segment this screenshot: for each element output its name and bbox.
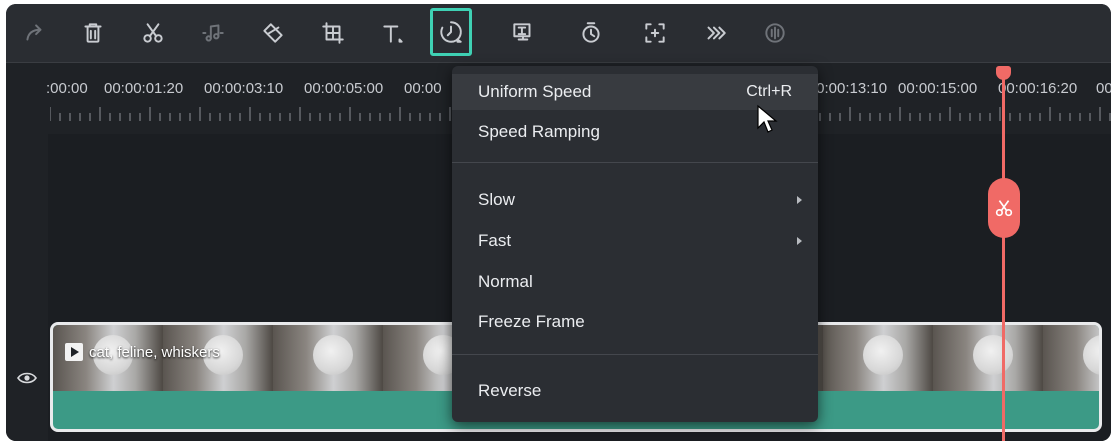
speed-icon[interactable] <box>430 8 472 56</box>
thumbnail <box>933 325 1043 391</box>
clip-name: cat, feline, whiskers <box>89 343 220 361</box>
video-clip-icon <box>65 343 83 361</box>
menu-item-label: Normal <box>478 272 533 291</box>
ai-portrait-icon[interactable] <box>504 14 542 52</box>
menu-item-label: Uniform Speed <box>478 82 592 101</box>
menu-divider <box>452 354 818 355</box>
playhead[interactable] <box>1002 70 1005 441</box>
redo-icon[interactable] <box>16 14 54 52</box>
thumbnail <box>273 325 383 391</box>
toolbar <box>6 4 1111 63</box>
timecode: 00:00:01:20 <box>104 80 184 97</box>
menu-item-slow[interactable]: Slow <box>452 182 818 218</box>
audio-icon[interactable] <box>194 14 232 52</box>
eye-icon[interactable] <box>16 370 38 386</box>
cut-icon[interactable] <box>134 14 172 52</box>
timecode: 00:00:03:10 <box>204 80 284 97</box>
menu-item-label: Freeze Frame <box>478 312 585 331</box>
timecode: 00:00:05:00 <box>304 80 384 97</box>
keyframe-icon[interactable] <box>696 14 734 52</box>
timecode: 00:00:16:20 <box>998 80 1078 97</box>
scissors-icon <box>995 200 1013 217</box>
audio-stretch-icon[interactable] <box>756 14 794 52</box>
delete-icon[interactable] <box>74 14 112 52</box>
shortcut-label: Ctrl+R <box>746 83 792 100</box>
thumbnail <box>823 325 933 391</box>
timecode: 00:00 <box>404 80 442 97</box>
menu-item-label: Slow <box>478 190 515 209</box>
tag-icon[interactable] <box>254 14 292 52</box>
timecode: :00:00 <box>46 80 88 97</box>
menu-item-fast[interactable]: Fast <box>452 223 818 259</box>
thumbnail <box>1043 325 1099 391</box>
menu-item-normal[interactable]: Normal <box>452 264 818 300</box>
timecode: :0:00:13:10 <box>812 80 888 97</box>
menu-item-freeze-frame[interactable]: Freeze Frame <box>452 304 818 340</box>
crop-icon[interactable] <box>314 14 352 52</box>
split-button[interactable] <box>988 178 1020 238</box>
menu-divider <box>452 162 818 163</box>
auto-reframe-icon[interactable] <box>636 14 674 52</box>
submenu-arrow-icon <box>797 196 802 204</box>
text-icon[interactable] <box>374 14 412 52</box>
menu-item-label: Reverse <box>478 381 542 400</box>
clip-label: cat, feline, whiskers <box>65 343 220 361</box>
timecode: 00 <box>1096 80 1111 97</box>
editor-window: :00:00 00:00:01:20 00:00:03:10 00:00:05:… <box>6 4 1111 441</box>
menu-item-label: Speed Ramping <box>478 122 600 141</box>
menu-item-label: Fast <box>478 231 512 250</box>
duration-icon[interactable] <box>572 14 610 52</box>
mouse-cursor-icon <box>756 104 778 136</box>
menu-item-reverse[interactable]: Reverse <box>452 373 818 409</box>
submenu-arrow-icon <box>797 237 802 245</box>
timecode: 00:00:15:00 <box>898 80 978 97</box>
